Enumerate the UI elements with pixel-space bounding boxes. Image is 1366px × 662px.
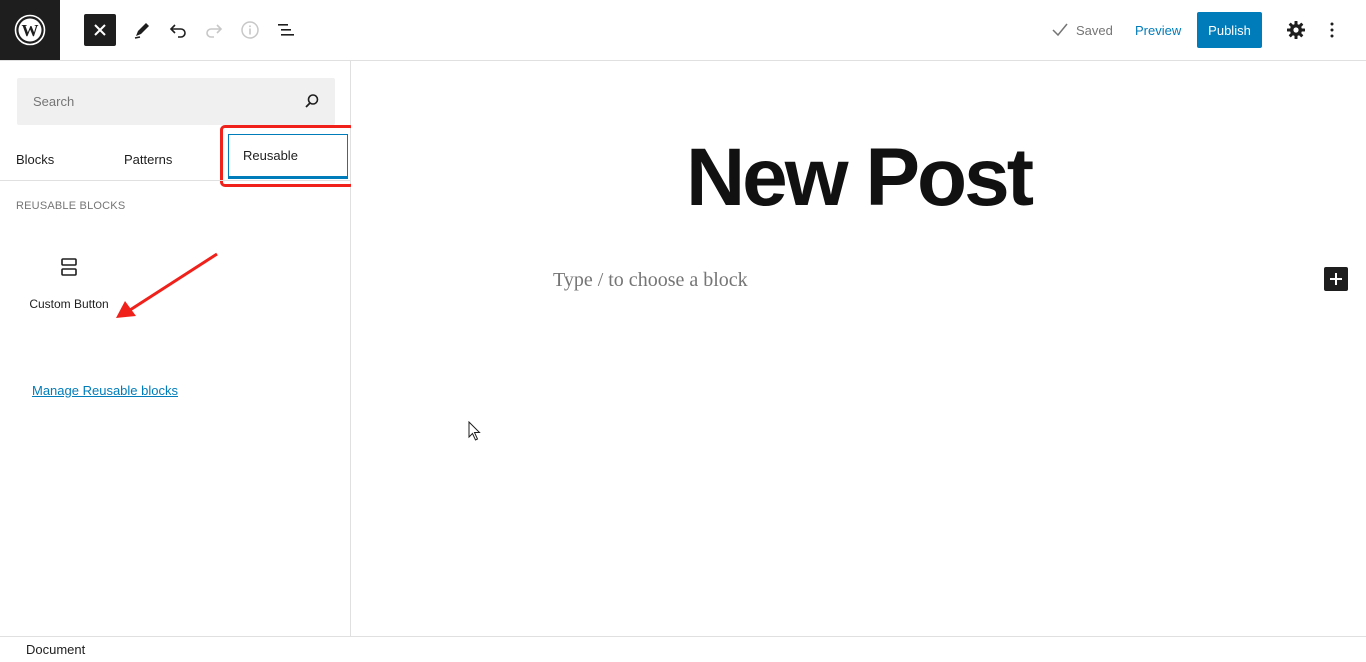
section-title: REUSABLE BLOCKS	[16, 200, 126, 212]
editor-canvas: New Post Type / to choose a block	[351, 61, 1366, 636]
list-view-button[interactable]	[270, 14, 302, 46]
publish-button[interactable]: Publish	[1197, 12, 1262, 48]
reusable-block-icon	[61, 258, 77, 276]
info-icon	[241, 21, 259, 39]
reusable-block-item[interactable]: Custom Button	[24, 251, 114, 311]
redo-icon	[206, 24, 223, 38]
editor-header: W Saved Preview Publish	[0, 0, 1366, 61]
undo-button[interactable]	[162, 14, 194, 46]
gear-icon	[1287, 21, 1305, 39]
preview-button[interactable]: Preview	[1127, 14, 1189, 46]
post-title[interactable]: New Post	[351, 131, 1366, 225]
saved-status: Saved	[1050, 18, 1113, 42]
search-icon	[305, 94, 319, 108]
close-inserter-button[interactable]	[84, 14, 116, 46]
redo-button[interactable]	[198, 14, 230, 46]
more-vertical-icon	[1330, 22, 1334, 38]
breadcrumb-document[interactable]: Document	[26, 642, 85, 657]
annotation-arrow-icon	[116, 252, 218, 318]
list-view-icon	[278, 24, 294, 36]
pencil-icon	[134, 23, 149, 39]
tools-button[interactable]	[126, 14, 158, 46]
add-block-button[interactable]	[1324, 267, 1348, 291]
block-search-input[interactable]	[17, 78, 293, 125]
undo-icon	[169, 24, 186, 38]
tab-blocks[interactable]: Blocks	[16, 141, 54, 177]
tab-patterns[interactable]: Patterns	[124, 141, 172, 177]
mouse-cursor-icon	[468, 421, 481, 441]
options-menu-button[interactable]	[1316, 14, 1348, 46]
wordpress-logo-button[interactable]: W	[0, 0, 60, 60]
block-search	[17, 78, 335, 125]
details-button[interactable]	[234, 14, 266, 46]
plus-icon	[1330, 273, 1342, 285]
settings-button[interactable]	[1280, 14, 1312, 46]
wordpress-logo-icon: W	[14, 14, 46, 46]
manage-reusable-blocks-link[interactable]: Manage Reusable blocks	[32, 383, 178, 398]
checkmark-icon	[1052, 23, 1068, 37]
block-inserter-panel: Blocks Patterns Reusable REUSABLE BLOCKS…	[0, 61, 355, 636]
editor-footer: Document	[0, 636, 1366, 662]
tabs-divider	[0, 180, 350, 181]
annotation-highlight-box	[220, 125, 355, 187]
reusable-block-label: Custom Button	[29, 297, 109, 311]
saved-label: Saved	[1076, 22, 1113, 38]
close-icon	[94, 24, 106, 36]
block-appender-placeholder[interactable]: Type / to choose a block	[553, 269, 748, 292]
svg-text:W: W	[22, 21, 39, 40]
